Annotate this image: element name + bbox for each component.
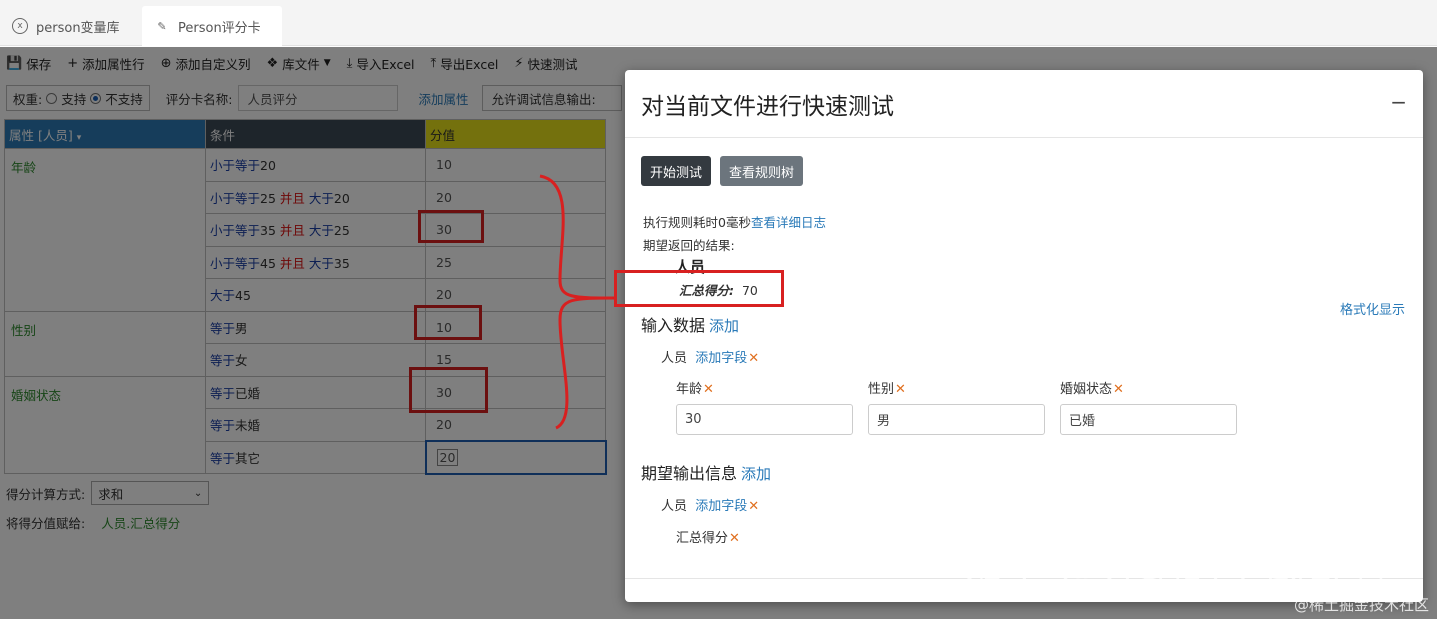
tab-label: person变量库: [36, 20, 120, 36]
exec-info: 执行规则耗时0毫秒查看详细日志: [643, 215, 826, 230]
watermark: 知乎 @奔跑的小武哥啊: [963, 544, 1387, 590]
add-output-link[interactable]: 添加: [741, 465, 771, 483]
variable-icon: x: [12, 18, 28, 34]
close-icon[interactable]: ✕: [895, 382, 906, 397]
field-label-gender: 性别✕: [868, 382, 906, 397]
expect-label: 期望返回的结果:: [643, 238, 735, 253]
add-field-link[interactable]: 添加字段: [695, 499, 747, 514]
gender-input[interactable]: 男: [868, 404, 1045, 435]
expected-output-section: 期望输出信息 添加: [641, 464, 772, 483]
age-input[interactable]: 30: [676, 404, 853, 435]
output-field: 汇总得分✕: [676, 531, 740, 546]
marital-input[interactable]: 已婚: [1060, 404, 1237, 435]
close-icon[interactable]: ✕: [748, 499, 759, 514]
close-icon[interactable]: ✕: [1113, 382, 1124, 397]
field-label-marital: 婚姻状态✕: [1060, 382, 1124, 397]
tab-bar: x person变量库 ✎ Person评分卡: [0, 0, 1437, 46]
tab-label: Person评分卡: [178, 20, 261, 36]
quick-test-modal: 对当前文件进行快速测试 − 开始测试 查看规则树 执行规则耗时0毫秒查看详细日志…: [625, 70, 1423, 602]
modal-title: 对当前文件进行快速测试: [641, 93, 894, 120]
tab-person-scorecard[interactable]: ✎ Person评分卡: [142, 6, 282, 46]
tab-person-variable-lib[interactable]: x person变量库: [0, 6, 140, 46]
close-icon[interactable]: ✕: [748, 351, 759, 366]
document-icon: ✎: [157, 19, 167, 33]
minimize-icon[interactable]: −: [1390, 90, 1407, 114]
format-display-link[interactable]: 格式化显示: [1340, 299, 1405, 318]
input-data-section: 输入数据 添加: [641, 316, 740, 335]
input-object: 人员 添加字段✕: [661, 351, 760, 366]
detail-log-link[interactable]: 查看详细日志: [751, 215, 826, 230]
modal-header: 对当前文件进行快速测试: [625, 70, 1423, 138]
output-object: 人员 添加字段✕: [661, 499, 760, 514]
close-icon[interactable]: ✕: [729, 531, 740, 546]
field-label-age: 年龄✕: [676, 382, 714, 397]
watermark-site: @稀土掘金技术社区: [1293, 596, 1429, 614]
annotation-box: [614, 270, 784, 307]
close-icon[interactable]: ✕: [703, 382, 714, 397]
start-test-button[interactable]: 开始测试: [641, 156, 712, 186]
add-field-link[interactable]: 添加字段: [695, 351, 747, 366]
add-input-link[interactable]: 添加: [709, 317, 739, 335]
view-rule-tree-button[interactable]: 查看规则树: [720, 156, 804, 186]
